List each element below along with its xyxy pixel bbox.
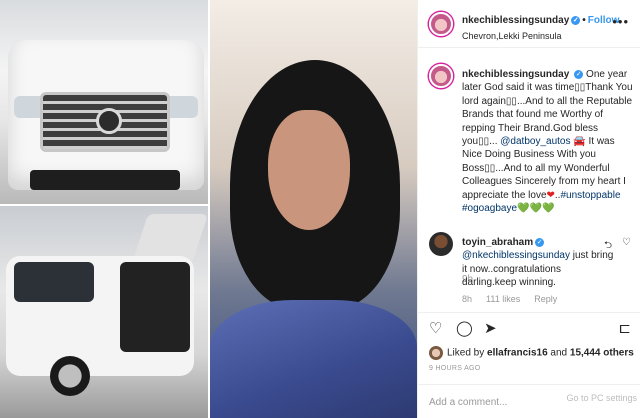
add-comment-bar: Go to PC settings <box>418 384 640 418</box>
likes-mid: and <box>547 347 570 359</box>
comment-meta: 8h 111 likes Reply <box>462 294 571 304</box>
separator-dot: • <box>582 15 586 26</box>
like-comment-icon[interactable]: ♡ <box>622 237 631 248</box>
author-avatar[interactable] <box>429 12 453 36</box>
unrendered-emoji-icon: ▯▯ <box>574 82 586 94</box>
liker-username[interactable]: ellafrancis16 <box>487 348 548 359</box>
os-watermark: Go to PC settings <box>566 393 637 403</box>
car-emoji-icon: 🚘 <box>573 136 586 148</box>
likes-prefix: Liked by <box>447 347 488 359</box>
likes-count[interactable]: 15,444 others <box>570 348 634 359</box>
save-bookmark-icon[interactable]: ⊏ <box>618 321 631 337</box>
verified-badge-icon: ✓ <box>574 69 584 79</box>
mention-link[interactable]: @datboy_autos <box>500 136 570 147</box>
caption-text: nkechiblessingsunday ✓ One year later God… <box>462 68 634 215</box>
reply-button[interactable]: Reply <box>534 294 557 304</box>
hashtag-link[interactable]: #unstoppable <box>560 190 620 201</box>
red-heart-emoji-icon: ❤ <box>546 189 555 201</box>
post-photo-collage[interactable] <box>0 0 417 418</box>
add-comment-input[interactable] <box>429 394 589 410</box>
post-header: nkechiblessingsunday ✓ • Follow Chevron,Lek… <box>418 0 640 48</box>
car-side-window <box>14 262 94 302</box>
action-bar: ♡ ◯ ➤ ⊏ <box>418 312 640 346</box>
caption-username[interactable]: nkechiblessingsunday <box>462 69 569 80</box>
car-wheel <box>50 356 90 396</box>
reply-arrow-icon[interactable]: ⮌ <box>604 238 612 255</box>
location-link[interactable]: Chevron,Lekki Peninsula <box>462 31 562 41</box>
car-front-photo <box>0 0 208 204</box>
comment-timestamp[interactable]: 8h <box>462 294 472 304</box>
unrendered-emoji-icon: ▯▯ <box>478 136 490 148</box>
share-paper-plane-icon[interactable]: ➤ <box>484 321 497 337</box>
caption-part: ... <box>489 136 501 148</box>
posted-time[interactable]: 9 HOURS AGO <box>429 365 481 372</box>
liker-avatar[interactable] <box>429 346 443 360</box>
commenter-username[interactable]: toyin_abraham <box>462 237 533 248</box>
portrait-dress <box>210 300 417 418</box>
comment-text: toyin_abraham ✓ @nkechiblessingsunday jus… <box>462 236 614 290</box>
unrendered-emoji-icon: ▯▯ <box>505 95 517 107</box>
mention-link[interactable]: @nkechiblessingsunday <box>462 250 570 261</box>
verified-badge-icon: ✓ <box>535 237 545 247</box>
portrait-face <box>268 110 350 230</box>
comment-bubble-icon[interactable]: ◯ <box>456 321 473 337</box>
header-username-row: nkechiblessingsunday ✓ • Follow <box>462 15 619 26</box>
car-logo-emblem <box>96 108 122 134</box>
portrait-photo <box>210 0 417 418</box>
commenter-avatar[interactable] <box>429 232 453 256</box>
header-username[interactable]: nkechiblessingsunday <box>462 15 569 26</box>
car-bumper <box>30 170 180 190</box>
hashtag-link[interactable]: #ogoagbaye <box>462 203 517 214</box>
verified-badge-icon: ✓ <box>571 15 581 25</box>
green-heart-emoji-icon: 💚💚💚 <box>517 203 555 215</box>
car-trunk <box>120 262 190 352</box>
caption-avatar[interactable] <box>429 64 453 88</box>
unrendered-emoji-icon: ▯▯ <box>484 162 496 174</box>
comment-likes[interactable]: 111 likes <box>486 294 520 304</box>
car-rear-photo <box>0 206 208 418</box>
post-side-panel: nkechiblessingsunday ✓ • Follow Chevron,Lek… <box>417 0 640 418</box>
likes-summary: Liked by ellafrancis16 and 15,444 others <box>429 346 634 360</box>
more-options-icon[interactable]: ••• <box>612 14 629 29</box>
like-heart-icon[interactable]: ♡ <box>429 321 442 337</box>
